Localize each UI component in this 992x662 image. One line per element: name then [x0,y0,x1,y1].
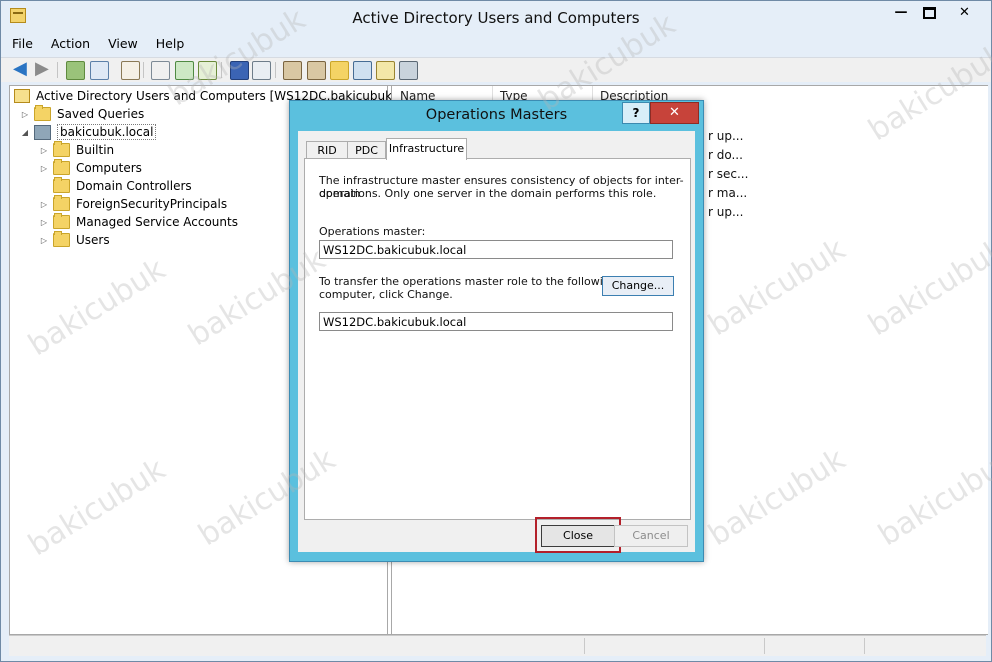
folder-icon [53,231,70,247]
tree-item-managed-service-accounts[interactable]: ▷ Managed Service Accounts [39,213,238,230]
tree-item-foreign-security-principals[interactable]: ▷ ForeignSecurityPrincipals [39,195,228,212]
cancel-button[interactable]: Cancel [614,525,688,547]
help-icon[interactable] [230,61,249,80]
tree-item-domain[interactable]: ◢ bakicubuk.local [20,124,157,140]
tab-rid[interactable]: RID [306,141,348,159]
list-item[interactable]: r up... [708,129,743,143]
new-group-icon[interactable] [307,61,326,80]
maximize-button[interactable] [914,4,944,22]
tree-item-computers[interactable]: ▷ Computers [39,159,142,176]
tree-item-builtin[interactable]: ▷ Builtin [39,141,115,158]
role-description-line-2: operations. Only one server in the domai… [319,187,657,200]
toolbar: ◀ ▶ [1,57,991,82]
up-level-icon[interactable] [66,61,85,80]
menu-help[interactable]: Help [155,36,186,54]
dialog-body: RID PDC Infrastructure The infrastructur… [298,131,695,553]
tree-item-label: Domain Controllers [76,179,192,193]
menu-view[interactable]: View [107,36,139,54]
tree-item-users[interactable]: ▷ Users [39,231,110,248]
toolbar-separator [221,62,222,78]
domain-icon [34,124,51,140]
filter-icon[interactable] [353,61,372,80]
menu-action[interactable]: Action [50,36,91,54]
transfer-target-field[interactable]: WS12DC.bakicubuk.local [319,312,673,331]
find-icon[interactable] [376,61,395,80]
add-to-group-icon[interactable] [399,61,418,80]
status-bar [9,635,986,656]
status-divider [584,638,585,654]
tree-item-domain-controllers[interactable]: Domain Controllers [39,177,192,194]
tree-item-label: bakicubuk.local [57,124,157,140]
transfer-instruction-line-2: computer, click Change. [319,288,453,301]
expand-icon[interactable]: ▷ [39,146,49,155]
folder-icon [53,177,70,193]
transfer-instruction-line-1: To transfer the operations master role t… [319,275,617,288]
menu-bar: File Action View Help [11,36,185,54]
expand-icon[interactable]: ▷ [39,164,49,173]
list-item[interactable]: r up... [708,205,743,219]
expand-icon[interactable]: ▷ [39,236,49,245]
properties-icon[interactable] [151,61,170,80]
window-title: Active Directory Users and Computers [352,9,640,27]
tab-infrastructure[interactable]: Infrastructure [386,138,467,160]
dialog-close-button[interactable]: ✕ [650,102,699,124]
refresh-icon[interactable] [175,61,194,80]
expand-icon[interactable]: ▷ [39,218,49,227]
title-bar: Active Directory Users and Computers — ✕ [1,1,991,33]
folder-icon [53,213,70,229]
list-item[interactable]: r do... [708,148,743,162]
expand-icon[interactable]: ▷ [39,200,49,209]
tree-item-label: Users [76,233,110,247]
tree-item-label: Saved Queries [57,107,145,121]
forward-arrow-icon[interactable]: ▶ [35,60,52,78]
close-button[interactable]: Close [541,525,615,547]
tab-pdc[interactable]: PDC [347,141,386,159]
expand-icon[interactable]: ▷ [20,110,30,119]
folder-icon [53,141,70,157]
operations-master-field[interactable]: WS12DC.bakicubuk.local [319,240,673,259]
back-arrow-icon[interactable]: ◀ [13,60,30,78]
minimize-button[interactable]: — [886,4,916,22]
collapse-icon[interactable]: ◢ [20,128,30,137]
clipboard-icon[interactable] [121,61,140,80]
operations-master-label: Operations master: [319,225,426,238]
ad-console-icon [14,89,30,103]
tree-item-label: Computers [76,161,142,175]
toolbar-separator [57,62,58,78]
dialog-help-button[interactable]: ? [622,102,650,124]
console-view-icon[interactable] [252,61,271,80]
new-user-icon[interactable] [283,61,302,80]
folder-icon [34,105,51,121]
new-ou-icon[interactable] [330,61,349,80]
list-item[interactable]: r ma... [708,186,747,200]
menu-file[interactable]: File [11,36,34,54]
status-divider [764,638,765,654]
tree-item-label: Builtin [76,143,115,157]
operations-masters-dialog: Operations Masters ? ✕ RID PDC Infrastru… [289,100,704,562]
status-divider [864,638,865,654]
tab-panel: The infrastructure master ensures consis… [304,158,691,520]
tree-item-label: ForeignSecurityPrincipals [76,197,228,211]
change-button[interactable]: Change... [602,276,674,296]
window-close-button[interactable]: ✕ [942,4,987,22]
toolbar-separator [143,62,144,78]
export-list-icon[interactable] [198,61,217,80]
toolbar-separator [275,62,276,78]
tree-item-label: Managed Service Accounts [76,215,238,229]
tree-item-saved-queries[interactable]: ▷ Saved Queries [20,105,145,122]
list-item[interactable]: r sec... [708,167,748,181]
maximize-icon [922,7,936,19]
show-hide-tree-icon[interactable] [90,61,109,80]
folder-icon [53,159,70,175]
folder-icon [53,195,70,211]
